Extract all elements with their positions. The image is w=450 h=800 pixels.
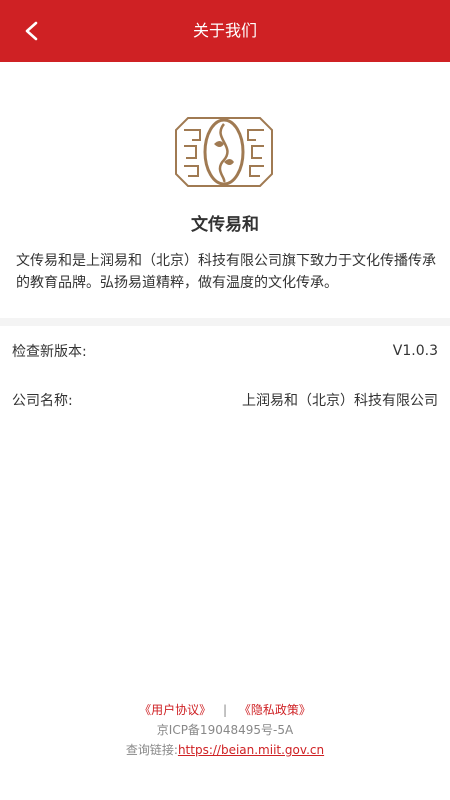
footer: 《用户协议》 | 《隐私政策》 京ICP备19048495号-5A 查询链接:h… (0, 700, 450, 760)
legal-links-divider: | (222, 703, 228, 717)
version-value: V1.0.3 (392, 343, 438, 359)
user-agreement-link[interactable]: 《用户协议》 (139, 703, 211, 717)
privacy-policy-link[interactable]: 《隐私政策》 (239, 703, 311, 717)
company-name-row: 公司名称: 上润易和（北京）科技有限公司 (0, 375, 450, 425)
query-label: 查询链接: (125, 743, 178, 757)
query-url-link[interactable]: https://beian.miit.gov.cn (178, 743, 324, 757)
company-name-value: 上润易和（北京）科技有限公司 (242, 393, 438, 409)
query-line: 查询链接:https://beian.miit.gov.cn (0, 740, 450, 760)
page-title: 关于我们 (192, 21, 257, 40)
app-name: 文传易和 (191, 215, 259, 235)
section-divider (0, 318, 450, 326)
icp-number: 京ICP备19048495号-5A (156, 723, 294, 737)
app-description: 文传易和是上润易和（北京）科技有限公司旗下致力于文化传播传承的教育品牌。弘扬易道… (16, 253, 436, 291)
about-intro-section: 文传易和 文传易和是上润易和（北京）科技有限公司旗下致力于文化传播传承的教育品牌… (0, 62, 450, 318)
legal-links: 《用户协议》 | 《隐私政策》 (0, 700, 450, 720)
top-app-bar: 关于我们 (0, 0, 450, 62)
check-version-row[interactable]: 检查新版本: V1.0.3 (0, 326, 450, 376)
check-version-label: 检查新版本: (12, 344, 87, 360)
brand-logo (175, 117, 273, 187)
company-name-label: 公司名称: (12, 393, 73, 409)
